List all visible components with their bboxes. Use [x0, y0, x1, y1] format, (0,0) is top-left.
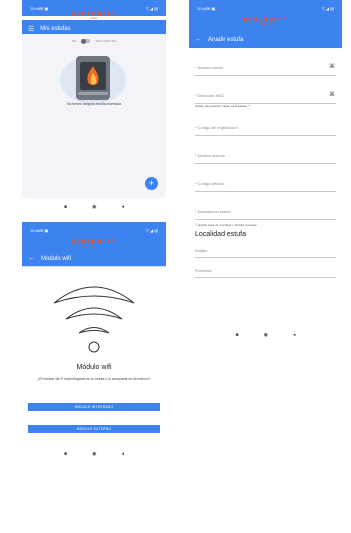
logo-subtext: stoves [90, 245, 98, 248]
status-icons-left: ✉ ▣ [40, 227, 49, 233]
example-hint: Estufa casa de montana' o 'Estufa comedo… [198, 223, 257, 227]
status-icons-left: ✉ ▣ [207, 5, 216, 11]
nav-bar: ■ ◉ ◂ [22, 445, 166, 462]
qr-scan-icon[interactable]: ⌘ [329, 91, 335, 98]
status-icons-right: ▽ ◢ ▤ [145, 227, 158, 233]
article-code-label: * Codigo articulo [195, 181, 225, 186]
screen-wifi-module: 10:46 ✉ ▣ ▽ ◢ ▤ ECOFOREST stoves ← Modul… [22, 222, 166, 462]
status-time: 10:46 [30, 5, 41, 11]
province-label: Provincia [195, 268, 212, 273]
wifi-question: ¿El módulo Wi-Fi está integrado en tu es… [37, 377, 151, 381]
status-time: 10:46 [197, 5, 208, 11]
recents-icon[interactable]: ■ [64, 204, 67, 210]
wifi-icon [53, 286, 135, 353]
external-module-button[interactable]: MÓDULO EXTERNO [28, 425, 160, 433]
status-icons-right: ▽ ◢ ▤ [321, 5, 334, 11]
app-bar: ECOFOREST stoves ← Modulo wifi [22, 238, 166, 266]
logo-subtext: stoves [90, 17, 98, 20]
menu-icon[interactable]: ☰ [28, 25, 34, 33]
recents-icon[interactable]: ■ [236, 332, 239, 338]
status-time: 10:46 [30, 227, 41, 233]
serial-number-label: * Numero serial [195, 65, 223, 70]
home-icon[interactable]: ◉ [92, 204, 96, 210]
toggle-label-left: ON [71, 39, 77, 43]
back-arrow-icon[interactable]: ← [195, 36, 202, 43]
stove-illustration [60, 56, 126, 104]
logo: ECOFOREST stoves [22, 12, 166, 21]
screen-add-stove: 10:46 ✉ ▣ ▽ ◢ ▤ ECOFOREST stoves ← Anadi… [189, 0, 342, 343]
province-field[interactable]: Provincia [195, 258, 336, 278]
status-icons-right: ▽ ◢ ▤ [145, 5, 158, 11]
empty-message: No tienes ninguna estufa insertada [66, 102, 122, 106]
integrated-module-button[interactable]: MÓDULO INTEGRADO [28, 403, 160, 411]
home-icon[interactable]: ◉ [92, 451, 96, 457]
logo: ECOFOREST stoves [189, 18, 342, 27]
state-label: Estado [195, 248, 208, 253]
nav-bar: ■ ◉ ◂ [189, 326, 342, 343]
mac-address-field[interactable]: * Direccion MAC ⌘ [195, 76, 336, 104]
mac-address-label: * Direccion MAC [195, 93, 225, 98]
recents-icon[interactable]: ■ [64, 451, 67, 457]
app-bar: ECOFOREST stoves ← Anadir estufa [189, 16, 342, 48]
screen-my-stoves: 10:46 ✉ ▣ ▽ ◢ ▤ ECOFOREST stoves ☰ Mis e… [22, 0, 166, 215]
nav-bar: ■ ◉ ◂ [22, 198, 166, 215]
add-stove-form: * Numero serial ⌘ * Direccion MAC ⌘ Inse… [189, 48, 342, 278]
back-icon[interactable]: ◂ [293, 332, 296, 338]
registration-code-label: * Codigo de registracion [195, 125, 238, 130]
status-bar: 10:46 ✉ ▣ ▽ ◢ ▤ [189, 0, 342, 16]
section-title: Localidad estufa [195, 231, 246, 238]
stoves-content: ON SOLO ESTUFA No tienes ninguna estufa … [22, 34, 166, 198]
stove-filter-toggle[interactable]: ON SOLO ESTUFA [22, 38, 166, 44]
add-stove-button[interactable]: + [145, 177, 158, 190]
back-icon[interactable]: ◂ [121, 204, 124, 210]
model-field[interactable]: * Modelo articulo [195, 136, 336, 164]
description-field[interactable]: * Descripcion estufa [195, 192, 336, 220]
toggle-label-right: SOLO ESTUFA [95, 39, 117, 43]
back-arrow-icon[interactable]: ← [28, 255, 35, 262]
serial-number-field[interactable]: * Numero serial ⌘ [195, 48, 336, 76]
logo: ECOFOREST stoves [22, 240, 166, 249]
qr-scan-icon[interactable]: ⌘ [329, 63, 335, 70]
status-icons-left: ✉ ▣ [40, 5, 49, 11]
wifi-heading: Módulo wifi [76, 364, 112, 371]
description-label: * Descripcion estufa [195, 209, 231, 214]
state-field[interactable]: Estado [195, 238, 336, 258]
page-title: Anadir estufa [208, 36, 244, 43]
checkbox-icon[interactable]: ☐ [195, 223, 198, 227]
article-code-field[interactable]: * Codigo articulo [195, 164, 336, 192]
model-label: * Modelo articulo [195, 153, 225, 158]
back-icon[interactable]: ◂ [121, 451, 124, 457]
registration-code-field[interactable]: * Codigo de registracion [195, 108, 336, 136]
example-checkbox-row[interactable]: ☐ Estufa casa de montana' o 'Estufa come… [195, 223, 336, 227]
page-title: Modulo wifi [41, 255, 72, 262]
home-icon[interactable]: ◉ [264, 332, 268, 338]
logo-subtext: stoves [261, 23, 270, 26]
toggle-switch[interactable] [81, 38, 91, 44]
page-title: Mis estufas [40, 26, 71, 32]
status-bar: 10:46 ✉ ▣ ▽ ◢ ▤ [22, 222, 166, 238]
wifi-illustration-area [22, 266, 166, 356]
